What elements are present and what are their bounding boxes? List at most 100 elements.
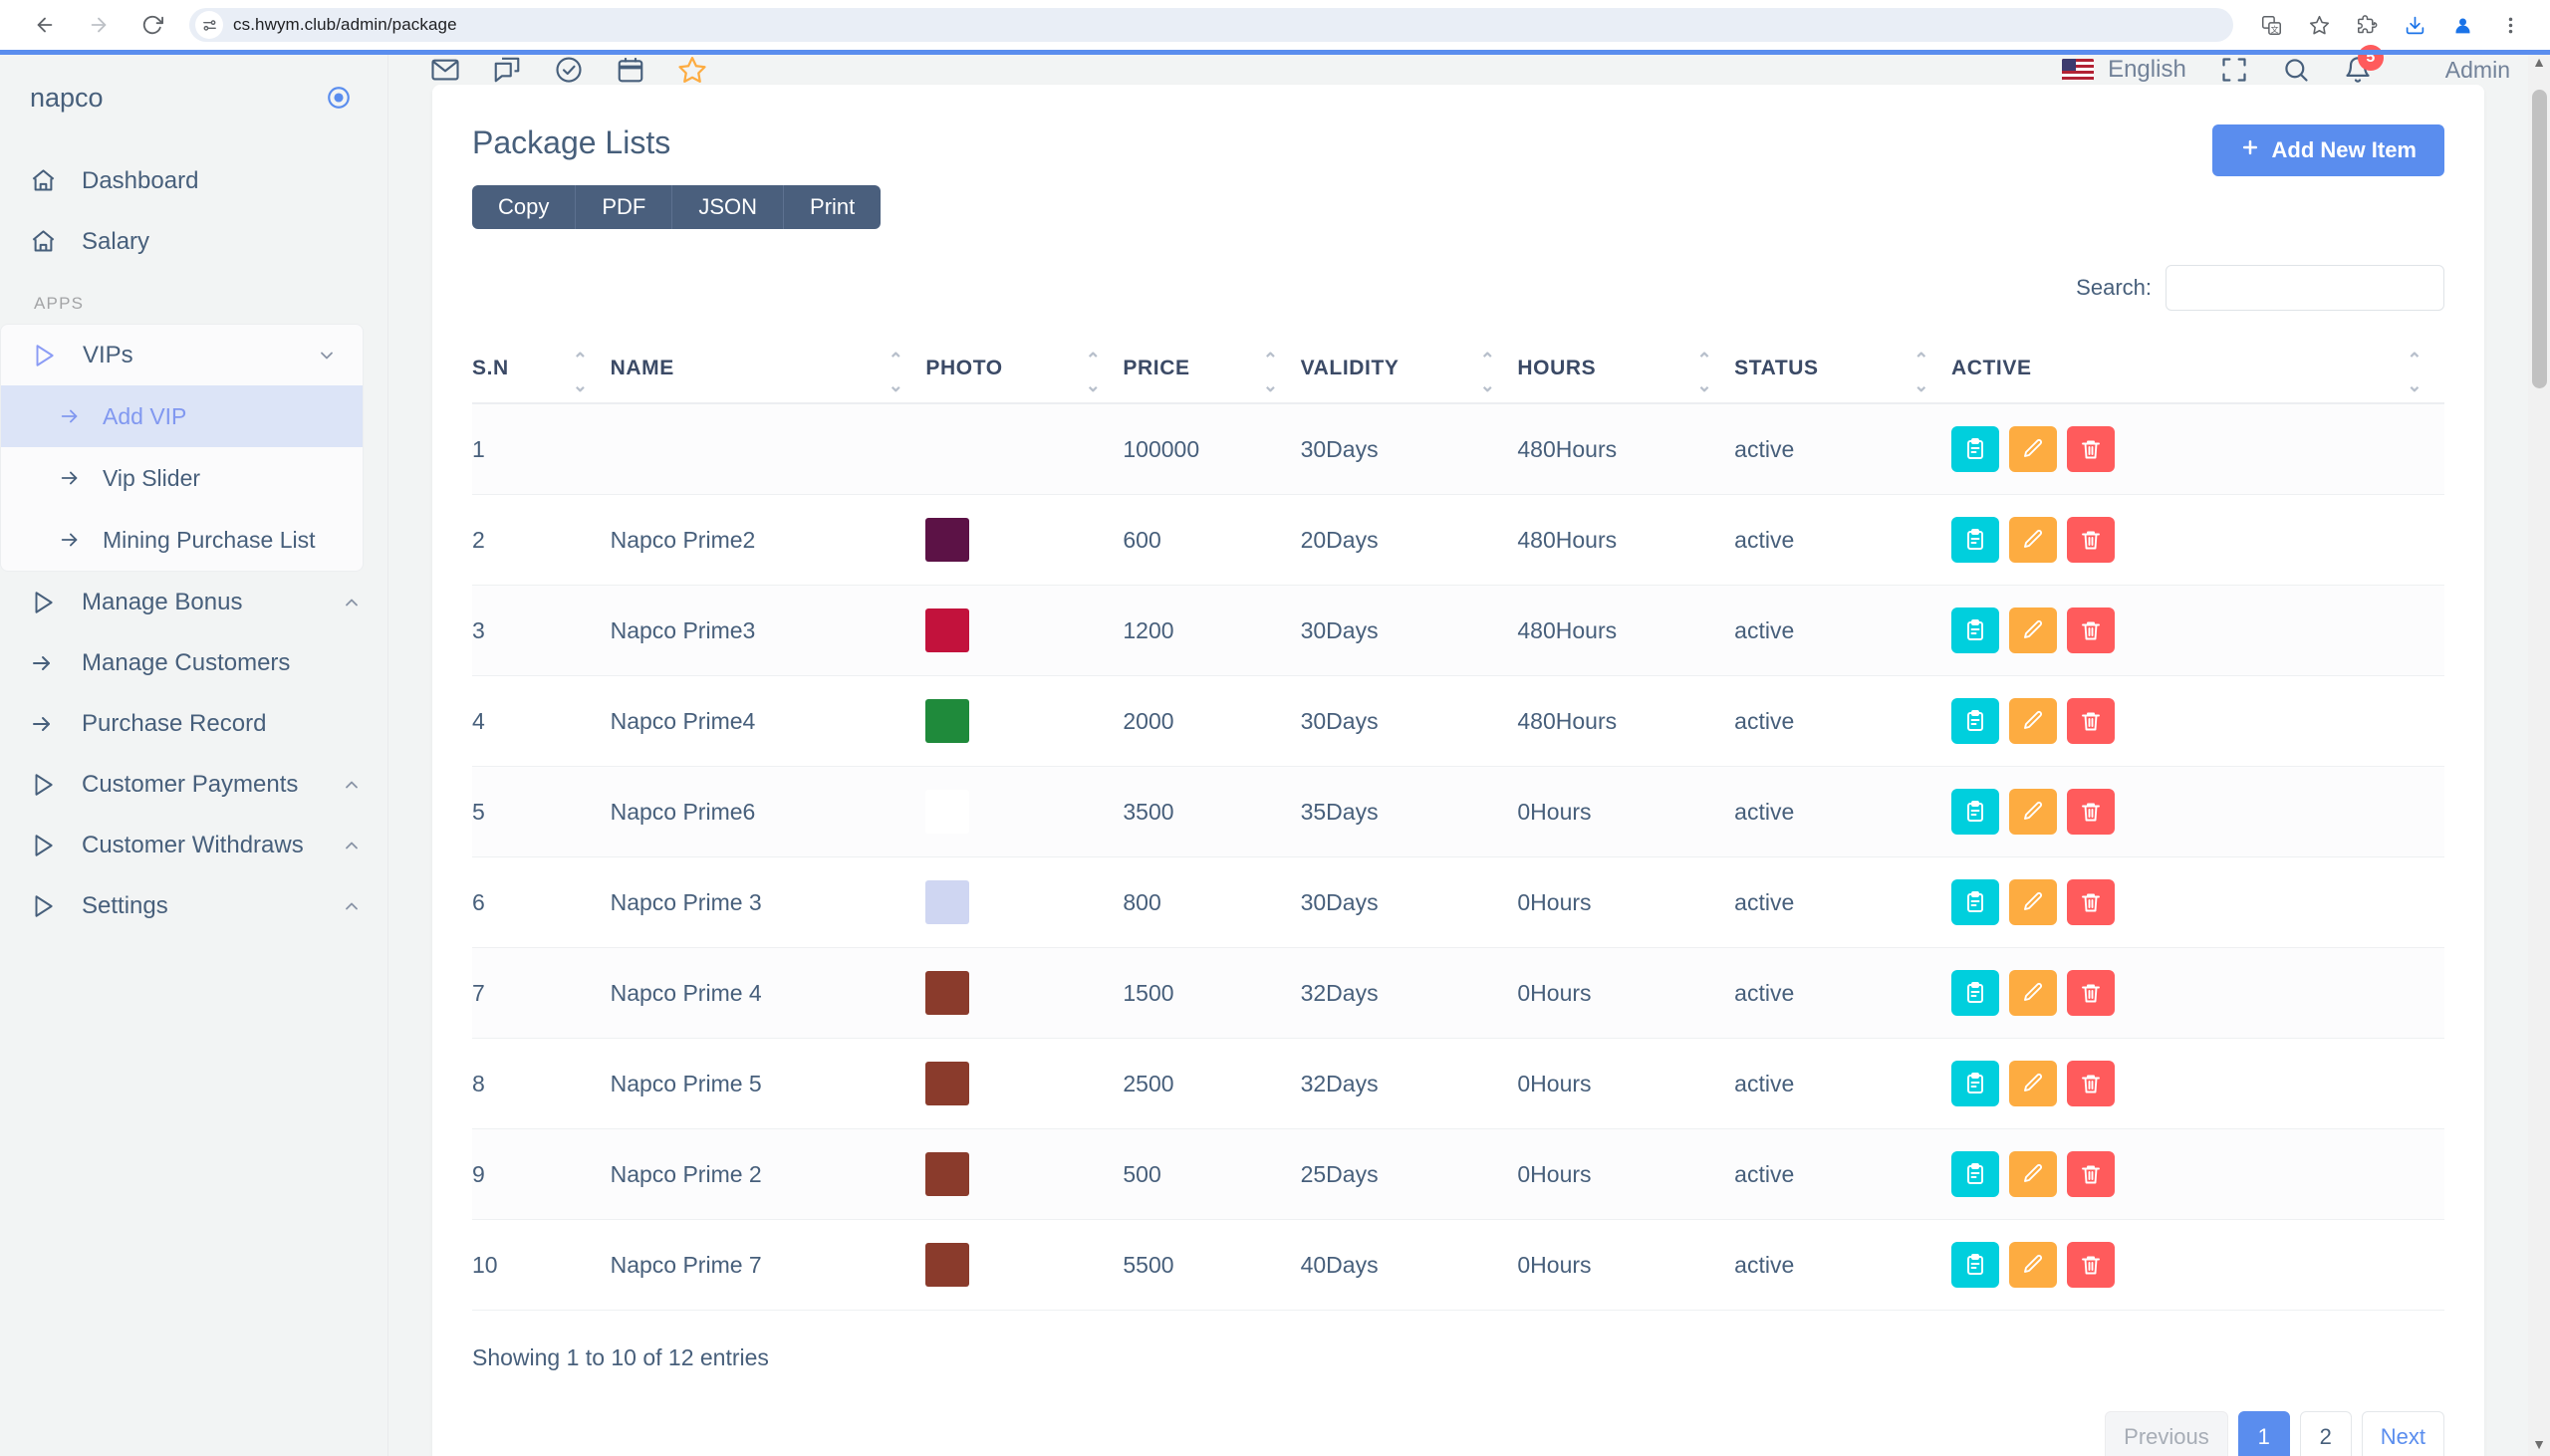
star-icon[interactable] (677, 55, 707, 85)
clipboard-action-button[interactable] (1951, 1061, 1999, 1106)
column-header-hours[interactable]: HOURS ⌃⌄ (1517, 341, 1734, 403)
print-button[interactable]: Print (784, 185, 881, 229)
clipboard-action-button[interactable] (1951, 517, 1999, 563)
sort-arrows-icon[interactable]: ⌃⌄ (2407, 353, 2422, 366)
notifications-button[interactable]: 5 (2344, 56, 2372, 84)
page-scrollbar[interactable]: ▲ ▼ (2528, 50, 2550, 1456)
sidebar-item-customer-withdraws[interactable]: Customer Withdraws (0, 815, 387, 875)
chevron-up-icon[interactable] (342, 836, 362, 855)
sidebar-item-vip-slider[interactable]: Vip Slider (1, 447, 363, 509)
sort-arrows-icon[interactable]: ⌃⌄ (1263, 353, 1279, 366)
sidebar-brand[interactable]: napco (0, 55, 387, 140)
column-header-status[interactable]: STATUS ⌃⌄ (1734, 341, 1951, 403)
column-header-price[interactable]: PRICE ⌃⌄ (1123, 341, 1300, 403)
search-input[interactable] (2166, 265, 2444, 311)
sidebar-item-manage-bonus[interactable]: Manage Bonus (0, 572, 387, 632)
extensions-icon[interactable] (2345, 3, 2389, 47)
sidebar-item-customer-payments[interactable]: Customer Payments (0, 754, 387, 815)
user-name[interactable]: Admin (2445, 57, 2510, 84)
clipboard-action-button[interactable] (1951, 607, 1999, 653)
message-square-icon[interactable] (492, 55, 522, 85)
fullscreen-icon[interactable] (2220, 56, 2248, 84)
scroll-down-arrow-icon[interactable]: ▼ (2532, 1436, 2546, 1452)
profile-icon[interactable] (2440, 3, 2484, 47)
trash-action-button[interactable] (2067, 426, 2115, 472)
translate-icon[interactable]: 文 (2249, 3, 2293, 47)
search-icon[interactable] (2282, 56, 2310, 84)
clipboard-action-button[interactable] (1951, 879, 1999, 925)
sidebar-item-manage-customers[interactable]: Manage Customers (0, 632, 387, 693)
calendar-icon[interactable] (616, 55, 645, 85)
column-header-validity[interactable]: VALIDITY ⌃⌄ (1301, 341, 1518, 403)
pencil-action-button[interactable] (2009, 789, 2057, 835)
column-header-sn[interactable]: S.N ⌃⌄ (472, 341, 611, 403)
back-button[interactable] (18, 0, 72, 50)
sort-arrows-icon[interactable]: ⌃⌄ (1913, 353, 1929, 366)
check-circle-icon[interactable] (554, 55, 584, 85)
json-button[interactable]: JSON (672, 185, 784, 229)
pencil-action-button[interactable] (2009, 698, 2057, 744)
sidebar-item-mining-purchase-list[interactable]: Mining Purchase List (1, 509, 363, 571)
trash-action-button[interactable] (2067, 698, 2115, 744)
trash-action-button[interactable] (2067, 970, 2115, 1016)
trash-action-button[interactable] (2067, 879, 2115, 925)
download-icon[interactable] (2393, 3, 2436, 47)
clipboard-action-button[interactable] (1951, 698, 1999, 744)
trash-action-button[interactable] (2067, 1242, 2115, 1288)
sidebar-item-purchase-record[interactable]: Purchase Record (0, 693, 387, 754)
pagination-page-1[interactable]: 1 (2238, 1411, 2290, 1456)
column-header-photo[interactable]: PHOTO ⌃⌄ (925, 341, 1123, 403)
sidebar-item-salary[interactable]: Salary (0, 211, 387, 272)
clipboard-action-button[interactable] (1951, 1151, 1999, 1197)
star-icon[interactable] (2297, 3, 2341, 47)
sort-arrows-icon[interactable]: ⌃⌄ (1696, 353, 1712, 366)
pencil-action-button[interactable] (2009, 607, 2057, 653)
sidebar-item-dashboard[interactable]: Dashboard (0, 150, 387, 211)
trash-action-button[interactable] (2067, 517, 2115, 563)
chevron-up-icon[interactable] (342, 896, 362, 916)
address-bar[interactable]: cs.hwym.club/admin/package (189, 8, 2233, 42)
pencil-action-button[interactable] (2009, 1061, 2057, 1106)
clipboard-action-button[interactable] (1951, 789, 1999, 835)
circle-target-icon[interactable] (326, 85, 352, 111)
copy-button[interactable]: Copy (472, 185, 576, 229)
sidebar-item-settings[interactable]: Settings (0, 875, 387, 936)
trash-action-button[interactable] (2067, 789, 2115, 835)
pdf-button[interactable]: PDF (576, 185, 672, 229)
pencil-action-button[interactable] (2009, 1151, 2057, 1197)
pencil-action-button[interactable] (2009, 426, 2057, 472)
pagination-next[interactable]: Next (2362, 1411, 2444, 1456)
language-selector[interactable]: English (2062, 56, 2186, 84)
scroll-up-arrow-icon[interactable]: ▲ (2532, 54, 2546, 70)
column-header-name[interactable]: NAME ⌃⌄ (611, 341, 926, 403)
chevron-down-icon[interactable] (317, 346, 337, 365)
kebab-menu-icon[interactable] (2488, 3, 2532, 47)
pencil-action-button[interactable] (2009, 1242, 2057, 1288)
trash-action-button[interactable] (2067, 1061, 2115, 1106)
reload-button[interactable] (126, 0, 179, 50)
scrollbar-thumb[interactable] (2532, 90, 2547, 388)
forward-button[interactable] (72, 0, 126, 50)
trash-action-button[interactable] (2067, 607, 2115, 653)
pagination-previous[interactable]: Previous (2105, 1411, 2228, 1456)
sort-arrows-icon[interactable]: ⌃⌄ (1480, 353, 1496, 366)
clipboard-action-button[interactable] (1951, 970, 1999, 1016)
sort-arrows-icon[interactable]: ⌃⌄ (889, 353, 904, 366)
pagination-page-2[interactable]: 2 (2300, 1411, 2352, 1456)
pencil-action-button[interactable] (2009, 879, 2057, 925)
clipboard-action-button[interactable] (1951, 1242, 1999, 1288)
trash-action-button[interactable] (2067, 1151, 2115, 1197)
sidebar-item-add-vip[interactable]: Add VIP (1, 385, 363, 447)
chevron-up-icon[interactable] (342, 593, 362, 612)
site-settings-icon[interactable] (195, 11, 223, 39)
sort-arrows-icon[interactable]: ⌃⌄ (573, 353, 589, 366)
clipboard-action-button[interactable] (1951, 426, 1999, 472)
add-new-item-button[interactable]: Add New Item (2212, 124, 2444, 176)
pencil-action-button[interactable] (2009, 517, 2057, 563)
mail-icon[interactable] (430, 55, 460, 85)
sidebar-item-vips[interactable]: VIPs (1, 325, 363, 385)
sort-arrows-icon[interactable]: ⌃⌄ (1086, 353, 1102, 366)
column-header-active[interactable]: ACTIVE ⌃⌄ (1951, 341, 2444, 403)
pencil-action-button[interactable] (2009, 970, 2057, 1016)
chevron-up-icon[interactable] (342, 775, 362, 795)
